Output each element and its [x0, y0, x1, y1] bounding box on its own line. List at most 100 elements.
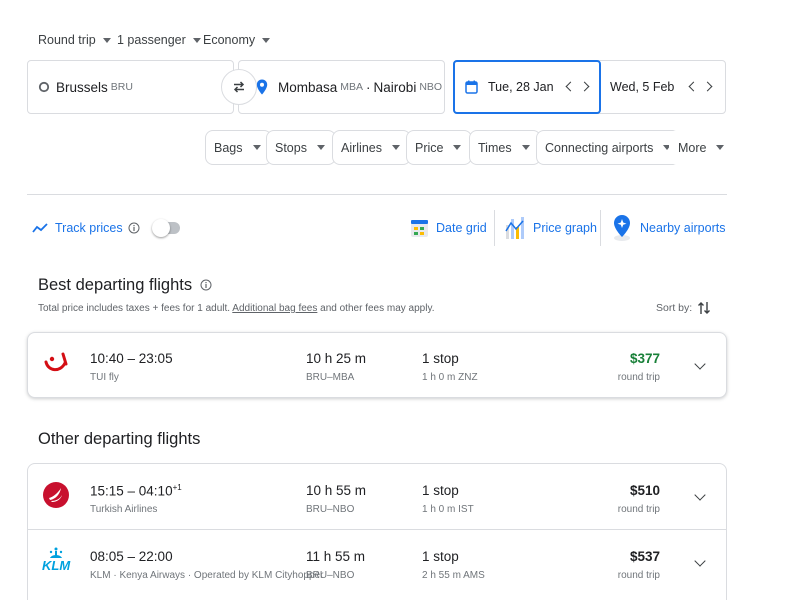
caret-down-icon [316, 145, 325, 150]
filter-label: Connecting airports [545, 140, 654, 155]
flight-price: $377 [629, 351, 660, 366]
flight-duration: 10 h 55 m [306, 483, 367, 498]
cabin-select[interactable]: Economy [203, 32, 271, 48]
flight-duration: 11 h 55 m [306, 549, 366, 564]
location-pin-icon [256, 79, 268, 95]
flight-times-text: 10:40 – 23:05 [90, 351, 173, 366]
caret-down-icon [102, 37, 111, 43]
flight-times: 15:15 – 04:10+1 [90, 483, 182, 499]
flight-price: $537 [629, 549, 660, 564]
tools-divider [494, 210, 495, 246]
flight-airline: Turkish Airlines [90, 504, 158, 515]
flight-airline: KLM · Kenya Airways · Operated by KLM Ci… [90, 570, 324, 581]
expand-chevron-icon[interactable] [694, 489, 706, 501]
tools-divider [600, 210, 601, 246]
filter-connecting-airports[interactable]: Connecting airports [536, 130, 683, 165]
price-note: Total price includes taxes + fees for 1 … [38, 303, 434, 314]
flight-card[interactable]: 15:15 – 04:10+1 Turkish Airlines 10 h 55… [27, 463, 727, 530]
flight-layover: 2 h 55 m AMS [422, 570, 485, 581]
filter-bags[interactable]: Bags [205, 130, 272, 165]
expand-chevron-icon[interactable] [694, 555, 706, 567]
bag-fees-link[interactable]: Additional bag fees [232, 303, 317, 314]
passengers-label: 1 passenger [117, 33, 186, 47]
filter-label: Airlines [341, 140, 382, 155]
klm-logo-icon: KLM [42, 547, 70, 575]
price-note-prefix: Total price includes taxes + fees for 1 … [38, 303, 231, 314]
return-date-input[interactable]: Wed, 5 Feb [601, 60, 726, 114]
destination-city-2: Nairobi [373, 79, 417, 95]
toggle-knob [151, 219, 170, 237]
nearby-airports-label: Nearby airports [640, 221, 726, 235]
track-prices-toggle[interactable] [151, 219, 180, 237]
info-icon[interactable] [200, 279, 212, 291]
return-date-text: Wed, 5 Feb [610, 80, 675, 94]
swap-arrows-icon [233, 81, 245, 93]
flight-route: BRU–NBO [306, 570, 355, 581]
destination-code-2: NBO [419, 81, 443, 93]
price-graph-button[interactable]: Price graph [505, 210, 597, 246]
trend-line-icon [32, 223, 48, 233]
next-day-marker: +1 [172, 483, 182, 492]
flight-duration: 10 h 25 m [306, 351, 367, 366]
expand-chevron-icon[interactable] [694, 358, 706, 370]
origin-code: BRU [110, 81, 133, 93]
filter-stops[interactable]: Stops [266, 130, 336, 165]
destination-input[interactable]: Mombasa MBA · Nairobi NBO [238, 60, 445, 114]
depart-date-input[interactable]: Tue, 28 Jan [453, 60, 601, 114]
filter-label: Times [478, 140, 512, 155]
flight-price-note: round trip [617, 504, 660, 515]
price-graph-label: Price graph [533, 221, 597, 235]
tui-logo-icon [44, 352, 68, 372]
flight-layover: 1 h 0 m IST [422, 504, 474, 515]
best-flights-title-text: Best departing flights [38, 276, 193, 294]
info-icon[interactable] [128, 222, 140, 234]
flight-price-note: round trip [617, 570, 660, 581]
depart-date-prev-icon[interactable] [565, 81, 576, 92]
date-grid-button[interactable]: Date grid [410, 210, 487, 246]
caret-down-icon [453, 145, 462, 150]
filter-times[interactable]: Times [469, 130, 541, 165]
trip-type-select[interactable]: Round trip [38, 32, 111, 48]
filter-more[interactable]: More [669, 130, 736, 165]
depart-date-text: Tue, 28 Jan [488, 80, 554, 94]
flight-layover: 1 h 0 m ZNZ [422, 372, 478, 383]
filter-label: Bags [214, 140, 243, 155]
destination-city-1: Mombasa [278, 79, 338, 95]
flight-stops: 1 stop [422, 549, 459, 564]
flight-airline: TUI fly [90, 372, 119, 383]
destination-separator: · [366, 79, 371, 95]
price-note-suffix: and other fees may apply. [320, 303, 435, 314]
other-flights-title: Other departing flights [38, 430, 201, 448]
track-prices-label: Track prices [55, 221, 123, 235]
flight-route: BRU–NBO [306, 504, 355, 515]
flight-route: BRU–MBA [306, 372, 355, 383]
swap-button[interactable] [221, 69, 257, 105]
flight-card[interactable]: KLM 08:05 – 22:00 KLM · Kenya Airways · … [27, 529, 727, 600]
turkish-airlines-logo-icon [43, 482, 69, 508]
return-date-prev-icon[interactable] [688, 81, 699, 92]
depart-date-next-icon[interactable] [579, 81, 590, 92]
passengers-select[interactable]: 1 passenger [117, 32, 201, 48]
caret-down-icon [192, 37, 201, 43]
date-grid-icon [411, 220, 428, 237]
flight-stops: 1 stop [422, 351, 459, 366]
calendar-icon [465, 80, 478, 94]
filter-price[interactable]: Price [406, 130, 473, 165]
sort-icon[interactable] [697, 300, 711, 316]
flight-times-text: 08:05 – 22:00 [90, 549, 173, 564]
filter-label: Price [415, 140, 444, 155]
filter-label: Stops [275, 140, 307, 155]
caret-down-icon [252, 145, 261, 150]
filter-airlines[interactable]: Airlines [332, 130, 411, 165]
track-prices[interactable]: Track prices [32, 210, 180, 246]
nearby-airports-icon [614, 215, 630, 241]
return-date-next-icon[interactable] [702, 81, 713, 92]
flight-stops: 1 stop [422, 483, 459, 498]
caret-down-icon [716, 145, 725, 150]
trip-type-label: Round trip [38, 33, 96, 47]
origin-input[interactable]: Brussels BRU [27, 60, 234, 114]
nearby-airports-button[interactable]: Nearby airports [611, 210, 725, 246]
klm-logo-text: KLM [42, 558, 71, 573]
destination-code-1: MBA [340, 81, 364, 93]
flight-card[interactable]: 10:40 – 23:05 TUI fly 10 h 25 m BRU–MBA … [27, 332, 727, 398]
